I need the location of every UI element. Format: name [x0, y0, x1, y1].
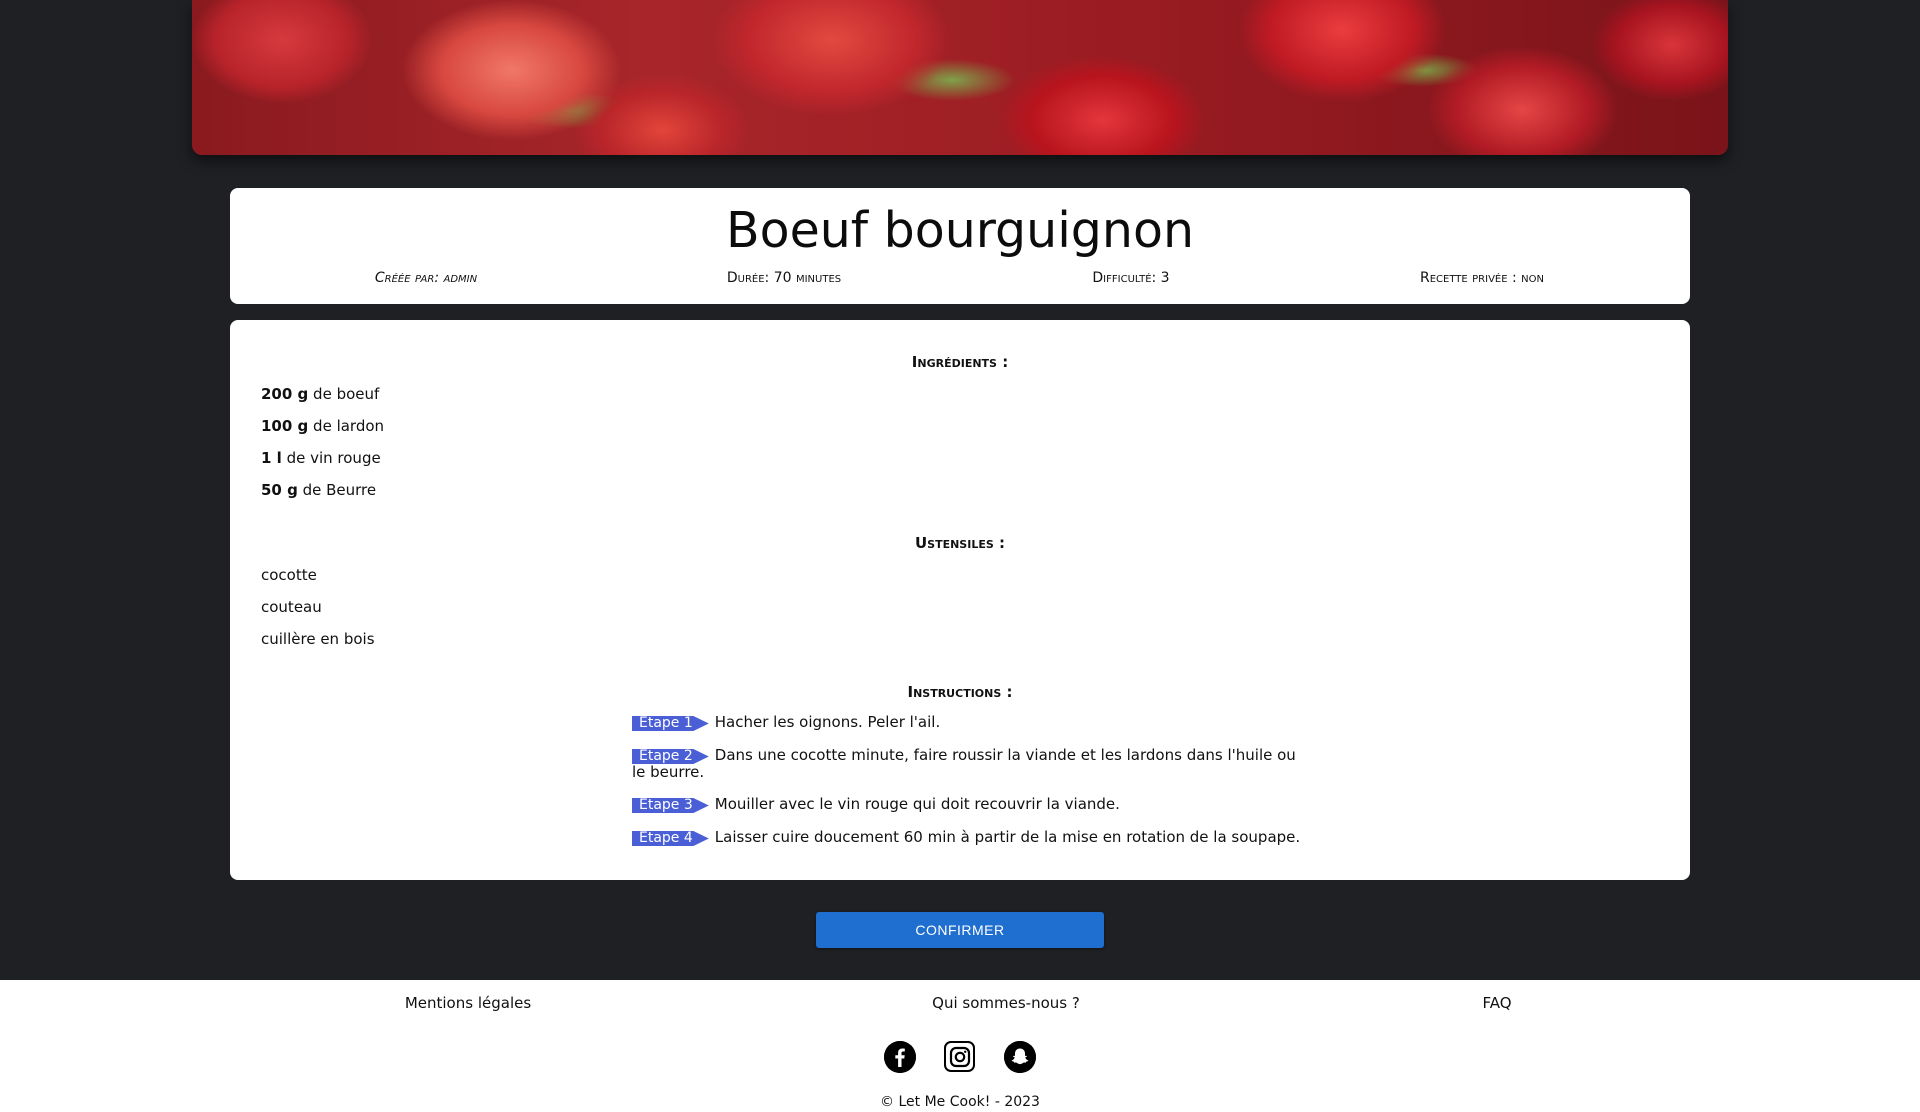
legal-notice-link[interactable]: Mentions légales — [405, 994, 531, 1012]
strawberry-banner-image — [192, 0, 1728, 155]
recipe-private-status: Recette privée : non — [1419, 270, 1545, 286]
instruction-step: Etape 4 Laisser cuire doucement 60 min à … — [632, 829, 1312, 846]
recipe-header-card: Boeuf bourguignon Créée par: admin Durée… — [230, 188, 1690, 304]
ingredient-item: 50 g de Beurre — [261, 481, 376, 499]
step-tag: Etape 2 — [632, 749, 709, 764]
instructions-title: Instructions : — [907, 683, 1013, 701]
facebook-icon[interactable] — [884, 1041, 916, 1073]
instruction-step: Etape 3 Mouiller avec le vin rouge qui do… — [632, 796, 1312, 813]
ingredient-name: de boeuf — [308, 385, 380, 403]
ingredient-item: 200 g de boeuf — [261, 385, 379, 403]
confirm-button[interactable]: CONFIRMER — [816, 912, 1104, 948]
snapchat-icon[interactable] — [1004, 1041, 1036, 1073]
instruction-steps: Etape 1 Hacher les oignons. Peler l'ail. … — [632, 714, 1312, 862]
faq-link[interactable]: FAQ — [1482, 994, 1511, 1012]
utensil-item: couteau — [261, 598, 322, 616]
copyright-text: © Let Me Cook! - 2023 — [880, 1094, 1040, 1110]
step-tag: Etape 1 — [632, 716, 709, 731]
about-us-link[interactable]: Qui sommes-nous ? — [932, 994, 1080, 1012]
instruction-step: Etape 1 Hacher les oignons. Peler l'ail. — [632, 714, 1312, 731]
recipe-details-card: Ingrédients : 200 g de boeuf 100 g de la… — [230, 320, 1690, 880]
instruction-step: Etape 2 Dans une cocotte minute, faire ro… — [632, 747, 1312, 780]
utensils-title: Ustensiles : — [914, 534, 1005, 552]
site-footer: Mentions légales Qui sommes-nous ? FAQ ©… — [0, 980, 1920, 1112]
social-links — [884, 1041, 1036, 1075]
recipe-title: Boeuf bourguignon — [725, 202, 1194, 259]
step-text: Mouiller avec le vin rouge qui doit reco… — [714, 795, 1120, 813]
ingredient-quantity: 1 l — [261, 449, 282, 467]
ingredient-item: 100 g de lardon — [261, 417, 384, 435]
step-text: Dans une cocotte minute, faire roussir l… — [632, 746, 1296, 781]
instagram-icon[interactable] — [944, 1041, 975, 1072]
step-text: Laisser cuire doucement 60 min à partir … — [714, 828, 1301, 846]
ingredients-title: Ingrédients : — [911, 353, 1009, 371]
ingredient-quantity: 200 g — [261, 385, 309, 403]
ingredient-name: de Beurre — [297, 481, 377, 499]
step-tag: Etape 3 — [632, 798, 709, 813]
recipe-duration: Durée: 70 minutes — [726, 270, 842, 286]
step-tag: Etape 4 — [632, 831, 709, 846]
ingredient-quantity: 50 g — [261, 481, 298, 499]
utensil-item: cocotte — [261, 566, 317, 584]
recipe-author: Créée par: admin — [374, 270, 478, 286]
ingredient-quantity: 100 g — [261, 417, 309, 435]
ingredient-name: de vin rouge — [281, 449, 381, 467]
recipe-difficulty: Difficulté: 3 — [1092, 270, 1170, 286]
ingredient-name: de lardon — [308, 417, 385, 435]
step-text: Hacher les oignons. Peler l'ail. — [714, 713, 941, 731]
utensil-item: cuillère en bois — [261, 630, 375, 648]
ingredient-item: 1 l de vin rouge — [261, 449, 381, 467]
